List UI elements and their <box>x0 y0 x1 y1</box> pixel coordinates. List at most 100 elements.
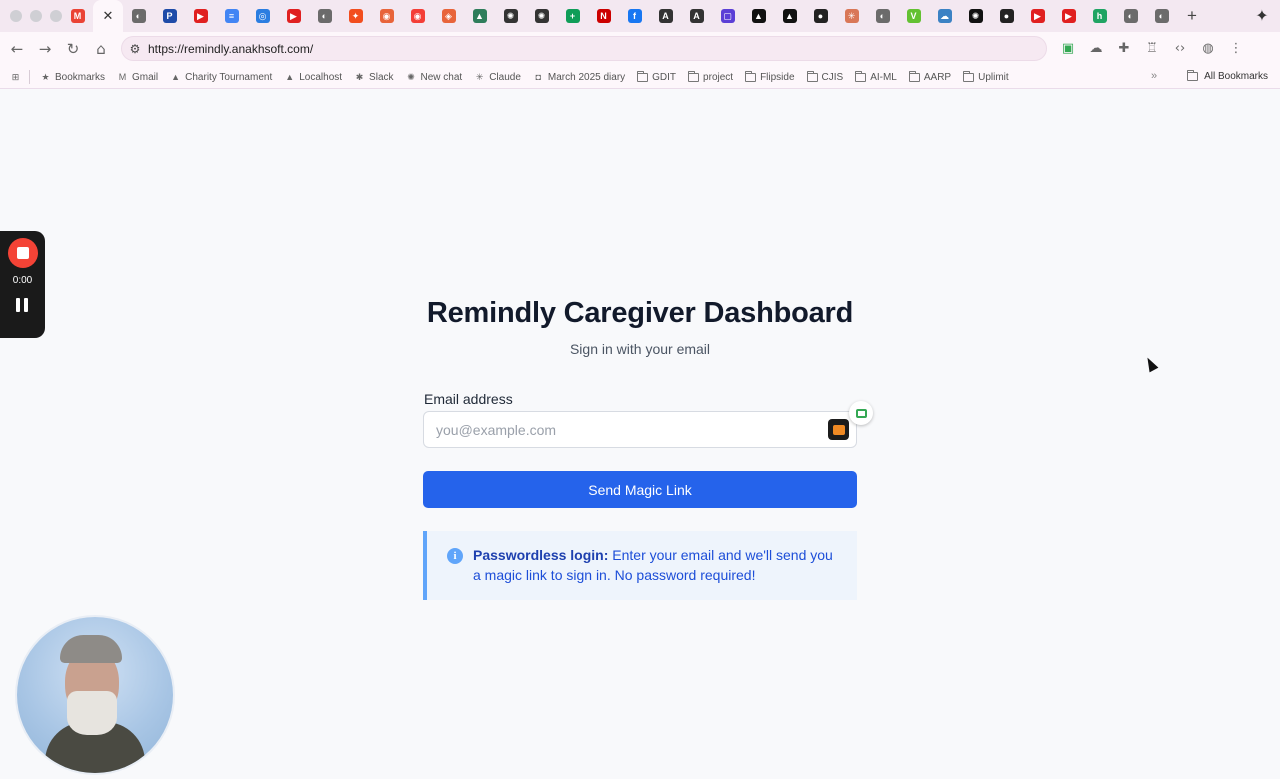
tab-triangle[interactable]: ▲ <box>774 0 805 32</box>
all-bookmarks-button[interactable]: All Bookmarks <box>1187 70 1268 82</box>
tab-circle-a[interactable]: A <box>650 0 681 32</box>
home-icon[interactable]: ⌂ <box>87 35 115 63</box>
tab-github[interactable]: ● <box>991 0 1022 32</box>
pause-recording-button[interactable] <box>16 298 28 312</box>
bookmark-item[interactable]: GDIT <box>637 70 676 83</box>
tab-github[interactable]: ● <box>805 0 836 32</box>
tab-openai[interactable]: ✺ <box>495 0 526 32</box>
tab-youtube[interactable]: ▶ <box>1022 0 1053 32</box>
webcam-bubble[interactable] <box>17 617 173 773</box>
tab-leaf[interactable]: V <box>898 0 929 32</box>
forward-icon[interactable]: → <box>31 35 59 63</box>
tab-openai-black[interactable]: ✺ <box>960 0 991 32</box>
cloud-icon[interactable]: ☁ <box>1084 35 1108 61</box>
star-icon: ★ <box>41 71 50 82</box>
stop-recording-button[interactable] <box>8 238 38 268</box>
bookmark-item[interactable]: ✺ New chat <box>406 72 462 83</box>
bookmark-item[interactable]: ✳ Claude <box>474 72 521 83</box>
bookmark-item[interactable]: Flipside <box>745 70 795 83</box>
tab-globe[interactable]: ◐ <box>1146 0 1177 32</box>
figma-icon: ✦ <box>348 9 363 23</box>
bookmark-item[interactable]: ✱ Slack <box>354 71 394 83</box>
tab-globe[interactable]: ◐ <box>309 0 340 32</box>
close-window-button[interactable] <box>10 10 22 22</box>
tab-mesh[interactable]: ◈ <box>433 0 464 32</box>
apps-grid-icon[interactable]: ⊞ <box>10 72 21 83</box>
tab-youtube[interactable]: ▶ <box>278 0 309 32</box>
tab-sheets[interactable]: + <box>557 0 588 32</box>
email-input[interactable] <box>423 411 857 448</box>
tab-globe[interactable]: ◐ <box>123 0 154 32</box>
bookmark-label: Flipside <box>760 71 795 83</box>
bookmark-list: ★ Bookmarks M Gmail ▲ Charity Tournament ▲ Loca… <box>40 70 1021 83</box>
send-magic-link-button[interactable]: Send Magic Link <box>423 471 857 508</box>
tab-cloud-app[interactable]: ☁ <box>929 0 960 32</box>
minimize-window-button[interactable] <box>30 10 42 22</box>
globe-icon: ◐ <box>131 9 146 23</box>
tab-purple-square[interactable]: ▢ <box>712 0 743 32</box>
profile-avatar-icon[interactable]: ◍ <box>1196 35 1220 61</box>
gemini-icon[interactable]: ✦ <box>1252 6 1272 26</box>
tab-figma[interactable]: ✦ <box>340 0 371 32</box>
tab-youtube[interactable]: ▶ <box>185 0 216 32</box>
more-bookmarks-icon[interactable]: » <box>1151 70 1157 82</box>
incognito-icon[interactable]: ♖ <box>1140 35 1164 61</box>
password-manager-icon[interactable] <box>828 419 849 440</box>
bookmark-item[interactable]: ▲ Charity Tournament <box>170 72 272 83</box>
devtools-icon[interactable]: ‹› <box>1168 35 1192 61</box>
bookmark-item[interactable]: ▲ Localhost <box>284 72 342 83</box>
triangle-icon: ▲ <box>171 72 181 82</box>
tab-circle-a[interactable]: A <box>681 0 712 32</box>
stop-icon <box>17 247 29 259</box>
reload-icon[interactable]: ↻ <box>59 35 87 63</box>
tab-claude[interactable]: ✳ <box>836 0 867 32</box>
globe-icon: ◐ <box>1154 9 1169 23</box>
tab-gmail[interactable]: M <box>62 0 93 32</box>
bookmark-item[interactable]: project <box>688 70 733 83</box>
tab-remindly[interactable]: ✕ <box>93 0 123 32</box>
extension-green-icon[interactable]: ▣ <box>1056 35 1080 61</box>
tab-google-docs[interactable]: ≡ <box>216 0 247 32</box>
autofill-extension-icon[interactable] <box>849 401 873 425</box>
url-text[interactable]: https://remindly.anakhsoft.com/ <box>148 42 313 56</box>
bookmark-label: Localhost <box>299 71 343 83</box>
tab-list: M ✕ ◐ P ▶ ≡ ◎ ▶ ◐ ✦ ◉ ◉ ◈ ▲ ✺ ✺ + Nf A A ▢ ▲ ▲ ● ✳ ◐ V ☁ ✺ ● ▶ ▶ h ◐ ◐ <box>62 0 1177 32</box>
bookmark-item[interactable]: CJIS <box>806 70 843 83</box>
new-tab-button[interactable]: + <box>1177 0 1207 32</box>
zoom-window-button[interactable] <box>50 10 62 22</box>
tab-triangle[interactable]: ▲ <box>743 0 774 32</box>
info-icon: i <box>447 548 463 564</box>
site-info-icon[interactable]: ⚙ <box>122 42 148 56</box>
tab-globe[interactable]: ◐ <box>867 0 898 32</box>
bookmark-label: AARP <box>923 71 952 83</box>
extensions-puzzle-icon[interactable]: ✚ <box>1112 35 1136 61</box>
bookmark-label: Slack <box>369 71 394 83</box>
tab-pocketcasts[interactable]: ◉ <box>402 0 433 32</box>
tab-cnn[interactable]: N <box>588 0 619 32</box>
close-tab-icon[interactable]: ✕ <box>103 9 114 24</box>
bookmark-item[interactable]: Uplimit <box>963 70 1009 83</box>
tab-h-app[interactable]: h <box>1084 0 1115 32</box>
bookmark-item[interactable]: ◘ March 2025 diary <box>533 72 625 83</box>
globe-icon: ◐ <box>875 9 890 23</box>
paypal-icon: P <box>162 9 177 23</box>
back-icon[interactable]: ← <box>3 35 31 63</box>
tab-globe[interactable]: ◐ <box>1115 0 1146 32</box>
youtube-icon: ▶ <box>286 9 301 23</box>
tab-chrome[interactable]: ◎ <box>247 0 278 32</box>
bookmark-item[interactable]: ★ Bookmarks <box>40 72 105 83</box>
address-bar[interactable]: ⚙ https://remindly.anakhsoft.com/ <box>121 36 1047 61</box>
bookmark-item[interactable]: AI-ML <box>855 70 897 83</box>
youtube-icon: ▶ <box>1030 9 1045 23</box>
tab-facebook[interactable]: f <box>619 0 650 32</box>
bookmark-label: Charity Tournament <box>185 71 273 83</box>
menu-kebab-icon[interactable]: ⋮ <box>1224 35 1248 61</box>
tab-coin[interactable]: ◉ <box>371 0 402 32</box>
tab-youtube[interactable]: ▶ <box>1053 0 1084 32</box>
bookmark-item[interactable]: AARP <box>908 70 952 83</box>
page-content: Remindly Caregiver Dashboard Sign in wit… <box>0 90 1280 779</box>
tab-openai[interactable]: ✺ <box>526 0 557 32</box>
bookmark-item[interactable]: M Gmail <box>117 72 158 83</box>
tab-paypal[interactable]: P <box>154 0 185 32</box>
tab-arrow[interactable]: ▲ <box>464 0 495 32</box>
